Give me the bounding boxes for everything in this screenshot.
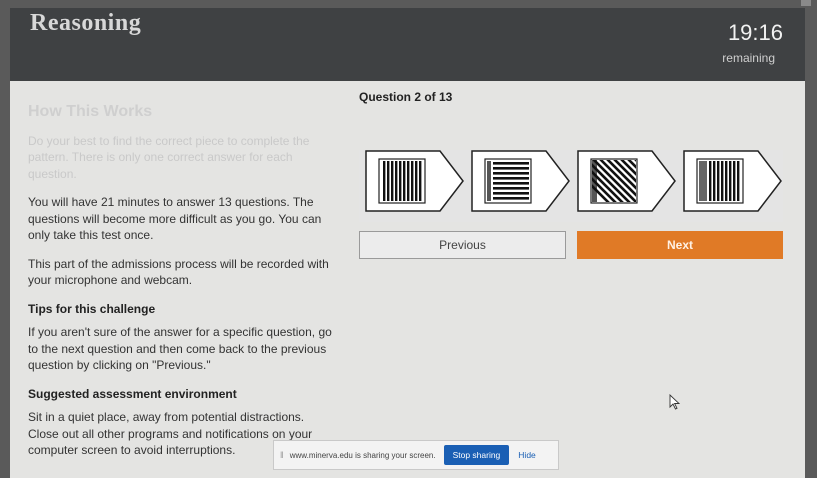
tips-text: If you aren't sure of the answer for a s… xyxy=(28,325,332,372)
timer-label: remaining xyxy=(722,51,775,65)
recording-note: This part of the admissions process will… xyxy=(28,256,329,288)
answer-option-2[interactable] xyxy=(471,150,570,212)
previous-button[interactable]: Previous xyxy=(359,231,566,259)
header-bar: Reasoning 19:16 remaining xyxy=(10,8,805,81)
hide-button[interactable]: Hide xyxy=(518,450,535,460)
tips-heading: Tips for this challenge xyxy=(28,301,156,316)
section-title: Reasoning xyxy=(30,10,142,36)
sharing-status-text: www.minerva.edu is sharing your screen. xyxy=(289,450,436,460)
answer-option-4[interactable] xyxy=(683,150,782,212)
test-screen: Reasoning 19:16 remaining How This Works… xyxy=(10,8,805,478)
screen-corner xyxy=(801,0,811,6)
answer-options xyxy=(359,150,783,222)
environment-heading: Suggested assessment environment xyxy=(28,386,237,401)
answer-option-3[interactable] xyxy=(577,150,676,212)
answer-option-1[interactable] xyxy=(365,150,464,212)
countdown-timer: 19:16 xyxy=(727,20,783,45)
mouse-cursor-icon xyxy=(669,394,680,410)
intro-text: Do your best to find the correct piece t… xyxy=(28,133,310,181)
instructions-panel: How This Works Do your best to find the … xyxy=(28,103,338,471)
question-counter: Question 2 of 13 xyxy=(359,90,453,104)
vertical-stripes-fine-icon xyxy=(699,161,740,201)
stop-sharing-button[interactable]: Stop sharing xyxy=(443,445,510,465)
drag-handle-icon[interactable]: ‖ xyxy=(280,450,284,460)
next-button[interactable]: Next xyxy=(577,231,783,259)
time-note: You will have 21 minutes to answer 13 qu… xyxy=(28,195,322,242)
screen-sharing-bar: ‖ www.minerva.edu is sharing your screen… xyxy=(273,440,559,470)
instructions-heading: How This Works xyxy=(28,103,153,120)
